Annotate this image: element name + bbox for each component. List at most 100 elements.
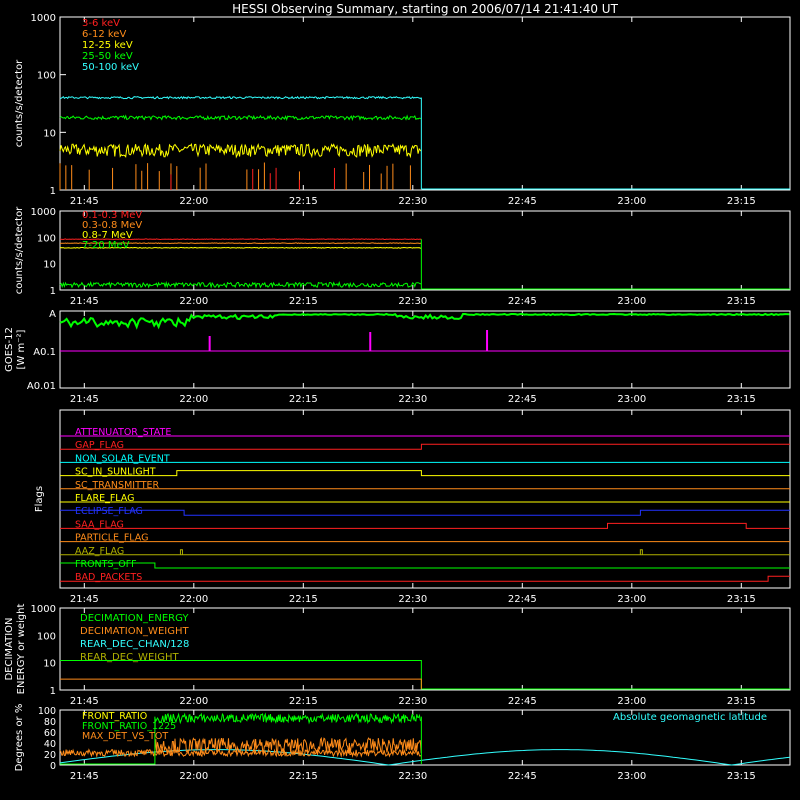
decim-ytick-label: 10 <box>43 659 56 670</box>
lowe-legend-item: 25-50 keV <box>82 51 133 62</box>
decim-ytick-label: 1 <box>50 686 56 697</box>
goes-panel-frame-xtick-label: 22:00 <box>179 394 208 405</box>
decim-energy-line <box>60 660 790 690</box>
highe-series-7-20 <box>59 280 422 289</box>
ratio-panel-frame-xtick-label: 22:45 <box>508 771 537 782</box>
lowe-panel-frame-xtick-label: 23:15 <box>727 196 756 207</box>
goes-ylabel: GOES-12 <box>4 327 15 372</box>
lowe-series-12-25 <box>59 142 422 159</box>
ratio-ytick-label: 100 <box>38 706 56 717</box>
highe-panel-frame <box>59 210 791 291</box>
goes-ytick-label: A0.1 <box>33 347 56 358</box>
ratio-ytick-label: 60 <box>44 728 56 739</box>
goes-ytick-label: A0.01 <box>27 381 56 392</box>
flag-line <box>60 509 790 516</box>
ratio-panel-frame-xtick-label: 21:45 <box>70 771 99 782</box>
lowe-series-50-100 <box>59 95 422 100</box>
ratio-ytick-label: 80 <box>44 717 56 728</box>
lowe-legend-item: 6-12 keV <box>82 29 126 40</box>
decim-weight-line <box>60 678 422 689</box>
goes-panel-frame-xtick-label: 23:00 <box>617 394 646 405</box>
lowe-panel-frame-xtick-label: 21:45 <box>70 196 99 207</box>
flag-line <box>60 562 790 569</box>
flags-panel-frame-xtick-label: 22:00 <box>179 594 208 605</box>
highe-panel-frame-xtick-label: 22:30 <box>398 296 427 307</box>
flag-line <box>60 443 790 450</box>
decim-panel-frame-xtick-label: 22:15 <box>289 696 318 707</box>
ratio-panel-frame-xtick-label: 23:00 <box>617 771 646 782</box>
highe-panel-frame-xtick-label: 23:15 <box>727 296 756 307</box>
flag-label: FRONTS_OFF <box>75 559 137 570</box>
lowe-ytick-label: 100 <box>37 71 56 82</box>
chart-title: HESSI Observing Summary, starting on 200… <box>232 2 618 16</box>
highe-panel-frame-xtick-label: 22:00 <box>179 296 208 307</box>
flags-panel-frame-xtick-label: 22:30 <box>398 594 427 605</box>
hessi-summary-chart: HESSI Observing Summary, starting on 200… <box>4 2 791 782</box>
decim-legend-item: DECIMATION_ENERGY <box>80 613 189 624</box>
goes-ytick-label: A <box>49 309 56 320</box>
flag-line <box>60 575 790 582</box>
flags-panel-frame-xtick-label: 22:15 <box>289 594 318 605</box>
decim-legend-item: DECIMATION_WEIGHT <box>80 626 189 637</box>
goes-panel-frame-xtick-label: 23:15 <box>727 394 756 405</box>
lowe-panel-frame <box>59 16 791 191</box>
lowe-ytick-label: 10 <box>43 128 56 139</box>
ratio-panel-frame-xtick-label: 22:15 <box>289 771 318 782</box>
goes-ylabel-unit: [W m⁻²] <box>16 329 27 369</box>
lowe-panel-frame-xtick-label: 22:00 <box>179 196 208 207</box>
ratio-legend-item: MAX_DET_VS_TOT <box>82 731 168 742</box>
flags-panel-frame-xtick-label: 21:45 <box>70 594 99 605</box>
highe-ytick-label: 1 <box>50 286 56 297</box>
lowe-legend-item: 50-100 keV <box>82 62 139 73</box>
goes-panel-frame-xtick-label: 22:30 <box>398 394 427 405</box>
goes-panel-frame-xtick-label: 22:45 <box>508 394 537 405</box>
decim-ylabel-sub: ENERGY or weight <box>16 604 27 695</box>
flags-ylabel: Flags <box>34 486 45 512</box>
highe-ytick-label: 10 <box>43 260 56 271</box>
lowe-panel-frame-xtick-label: 22:15 <box>289 196 318 207</box>
flag-line <box>60 470 790 477</box>
goes-panel-frame-xtick-label: 22:15 <box>289 394 318 405</box>
ratio-ytick-label: 20 <box>44 750 56 761</box>
decim-panel-frame-xtick-label: 23:15 <box>727 696 756 707</box>
ratio-right-label: Absolute geomagnetic latitude <box>613 712 767 723</box>
lowe-legend-item: 3-6 keV <box>82 18 120 29</box>
decim-panel-frame-xtick-label: 22:00 <box>179 696 208 707</box>
decim-panel-frame-xtick-label: 22:45 <box>508 696 537 707</box>
ratio-ytick-label: 0 <box>50 761 56 772</box>
ratio-panel-frame-xtick-label: 22:00 <box>179 771 208 782</box>
decim-panel-frame-xtick-label: 23:00 <box>617 696 646 707</box>
lowe-ylabel: counts/s/detector <box>14 59 25 147</box>
flags-panel-frame-xtick-label: 23:15 <box>727 594 756 605</box>
ratio-ylabel: Degrees or % <box>14 704 25 772</box>
highe-panel-frame-xtick-label: 23:00 <box>617 296 646 307</box>
goes-panel-frame-xtick-label: 21:45 <box>70 394 99 405</box>
flag-aaz-pulse <box>639 549 643 555</box>
ratio-front-1225 <box>154 712 422 725</box>
flag-aaz-pulse <box>179 549 183 555</box>
highe-ytick-label: 1000 <box>31 207 56 218</box>
flags-panel-frame-xtick-label: 23:00 <box>617 594 646 605</box>
flags-panel-frame-xtick-label: 22:45 <box>508 594 537 605</box>
highe-ytick-label: 100 <box>37 233 56 244</box>
highe-panel-frame-xtick-label: 22:15 <box>289 296 318 307</box>
ratio-ytick-label: 40 <box>44 739 56 750</box>
goes-long-channel <box>59 312 790 330</box>
decim-panel-frame-xtick-label: 22:30 <box>398 696 427 707</box>
decim-ytick-label: 100 <box>37 631 56 642</box>
highe-panel-frame-xtick-label: 22:45 <box>508 296 537 307</box>
highe-legend-item: 7-20 MeV <box>82 240 130 251</box>
decim-legend-item: REAR_DEC_CHAN/128 <box>80 639 189 650</box>
highe-ylabel: counts/s/detector <box>14 206 25 294</box>
decim-ytick-label: 1000 <box>31 604 56 615</box>
decim-ylabel: DECIMATION <box>4 617 15 680</box>
ratio-panel-frame-xtick-label: 22:30 <box>398 771 427 782</box>
goes-panel-frame <box>59 310 791 389</box>
flag-line <box>60 522 790 529</box>
ratio-panel-frame-xtick-label: 23:15 <box>727 771 756 782</box>
decim-legend-item: REAR_DEC_WEIGHT <box>80 652 179 663</box>
lowe-series-25-50 <box>59 114 422 122</box>
decim-panel-frame-xtick-label: 21:45 <box>70 696 99 707</box>
lowe-panel-frame-xtick-label: 22:30 <box>398 196 427 207</box>
lowe-legend-item: 12-25 keV <box>82 40 133 51</box>
